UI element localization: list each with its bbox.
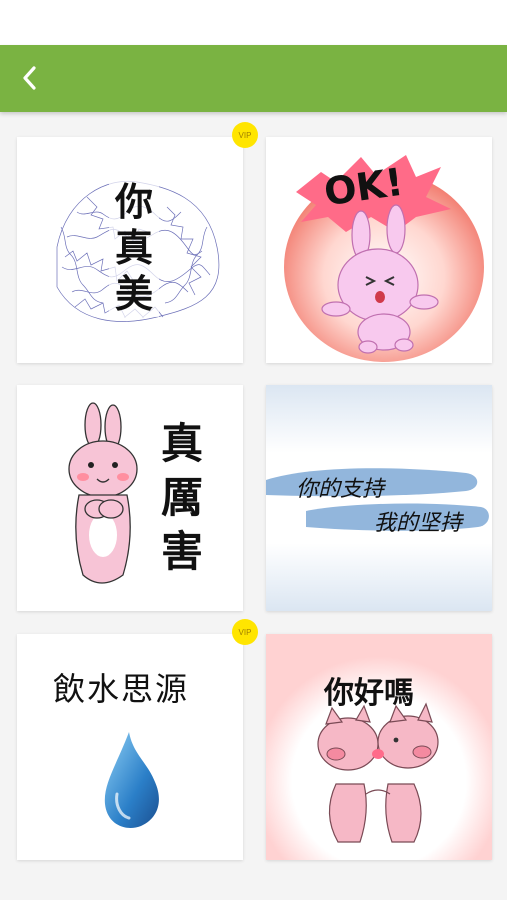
sticker-card-4[interactable]: 你的支持 我的坚持 xyxy=(266,385,492,611)
sticker-card-1[interactable]: 你真美 xyxy=(17,137,243,363)
vip-badge-1: VIP xyxy=(232,122,258,148)
sticker-card-3[interactable]: 真厲害 xyxy=(17,385,243,611)
sticker-3-text: 真厲害 xyxy=(160,419,203,576)
sticker-card-6[interactable]: 你好嗎 xyxy=(266,634,492,860)
bottom-spacer xyxy=(0,866,507,900)
vip-badge-5: VIP xyxy=(232,619,258,645)
sticker-4-line2: 我的坚持 xyxy=(374,511,463,536)
sticker-card-5[interactable]: 飲水思源 xyxy=(17,634,243,860)
sticker-1-text: 你真美 xyxy=(109,179,159,317)
sticker-6-text: 你好嗎 xyxy=(324,676,414,711)
sticker-grid: 你真美 VIP OK! 真厲害 你的支持 我的坚持 飲水思源 VIP 你好嗎 xyxy=(0,112,507,900)
status-bar xyxy=(0,0,507,45)
sticker-card-2[interactable]: OK! xyxy=(266,137,492,363)
back-button[interactable] xyxy=(8,53,52,103)
sticker-4-line1: 你的支持 xyxy=(296,477,385,502)
app-bar xyxy=(0,45,507,112)
bunny-illustration xyxy=(68,402,138,584)
water-drop-illustration xyxy=(104,732,159,828)
chevron-left-icon xyxy=(23,66,36,90)
